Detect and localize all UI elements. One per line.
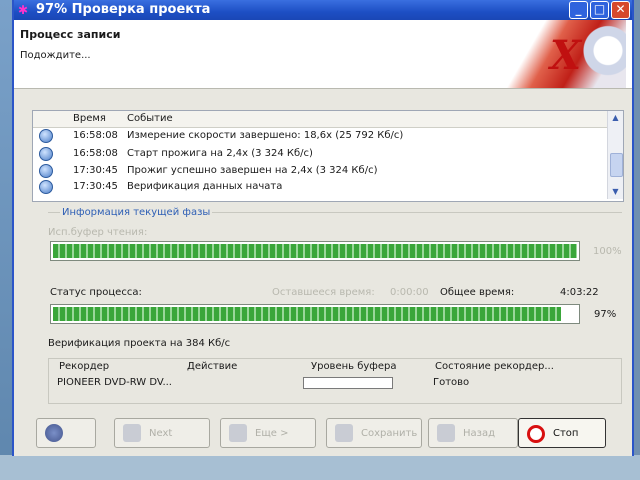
read-buffer-bar [50, 241, 580, 261]
remaining-label: Оставшееся время: [272, 287, 375, 298]
total-time-value: 4:03:22 [560, 287, 599, 298]
back-label: Назад [463, 428, 496, 439]
close-icon[interactable]: ✕ [611, 1, 630, 19]
save-label: Сохранить [361, 428, 418, 439]
scroll-down-icon[interactable]: ▼ [608, 185, 623, 199]
col-event[interactable]: Событие [127, 113, 173, 124]
remaining-value: 0:00:00 [390, 287, 429, 298]
col-action[interactable]: Действие [187, 361, 237, 372]
image-icon [229, 424, 247, 442]
maximize-icon[interactable]: □ [590, 1, 609, 19]
recorder-buffer-bar [303, 377, 393, 389]
event-log-list[interactable]: Время Событие 16:58:08 Измерение скорост… [32, 110, 624, 202]
burn-progress-window: ✱ 97% Проверка проекта _ □ ✕ Процесс зап… [12, 0, 634, 456]
stop-label: Стоп [553, 428, 579, 439]
log-event: Верификация данных начата [127, 181, 283, 192]
progress-percent: 97% [594, 309, 617, 320]
title-bar[interactable]: ✱ 97% Проверка проекта _ □ ✕ [14, 0, 632, 20]
log-scrollbar[interactable]: ▲ ▼ [607, 111, 623, 199]
scroll-up-icon[interactable]: ▲ [608, 111, 623, 125]
log-time: 16:58:08 [73, 130, 118, 141]
recorder-state: Готово [433, 377, 470, 388]
info-icon [39, 180, 53, 194]
col-recorder-state[interactable]: Состояние рекордер... [435, 361, 554, 372]
stop-button[interactable]: Стоп [518, 418, 606, 448]
stop-icon [527, 425, 545, 443]
help-button[interactable] [36, 418, 96, 448]
info-icon [39, 129, 53, 143]
log-row[interactable]: 17:30:45 Верификация данных начата [33, 180, 607, 195]
buffer-label: Исп.буфер чтения: [48, 227, 148, 238]
log-event: Старт прожига на 2,4x (3 324 Кб/с) [127, 148, 313, 159]
help-icon [45, 424, 63, 442]
process-progress-bar [50, 304, 580, 324]
log-row[interactable]: 16:58:08 Старт прожига на 2,4x (3 324 Кб… [33, 147, 607, 162]
log-row[interactable]: 16:58:08 Измерение скорости завершено: 1… [33, 129, 607, 144]
back-arrow-icon [437, 424, 455, 442]
minimize-icon[interactable]: _ [569, 1, 588, 19]
back-button[interactable]: Назад [428, 418, 518, 448]
next-label: Next [149, 428, 173, 439]
col-buffer-level[interactable]: Уровень буфера [311, 361, 396, 372]
info-icon [39, 164, 53, 178]
scroll-thumb[interactable] [610, 153, 623, 177]
window-title: 97% Проверка проекта [36, 2, 211, 17]
log-row[interactable]: 17:30:45 Прожиг успешно завершен на 2,4x… [33, 164, 607, 179]
phase-legend: Информация текущей фазы [60, 207, 213, 218]
nero-logo: X [506, 20, 626, 88]
floppy-icon [335, 424, 353, 442]
header-subtitle: Подождите... [20, 50, 91, 61]
log-event: Измерение скорости завершено: 18,6x (25 … [127, 130, 404, 141]
recorder-table: Рекордер Действие Уровень буфера Состоян… [48, 358, 622, 404]
col-time[interactable]: Время [73, 113, 106, 124]
total-time-label: Общее время: [440, 287, 515, 298]
more-label: Еще > [255, 428, 289, 439]
log-time: 17:30:45 [73, 181, 118, 192]
buffer-percent: 100% [593, 246, 622, 257]
info-icon [39, 147, 53, 161]
log-header: Время Событие [33, 111, 607, 128]
verify-status-text: Верификация проекта на 384 Кб/с [48, 338, 231, 349]
read-buffer-fill [53, 244, 577, 258]
header-title: Процесс записи [20, 28, 121, 41]
status-label: Статус процесса: [50, 287, 142, 298]
wizard-header: Процесс записи Подождите... X [14, 20, 632, 89]
desktop-bottom [0, 455, 640, 480]
log-event: Прожиг успешно завершен на 2,4x (3 324 К… [127, 165, 378, 176]
recorder-name: PIONEER DVD-RW DV... [57, 377, 172, 388]
more-button[interactable]: Еще > [220, 418, 316, 448]
phase-info-group: Информация текущей фазы Исп.буфер чтения… [48, 207, 622, 271]
save-button[interactable]: Сохранить [326, 418, 422, 448]
next-button[interactable]: Next [114, 418, 210, 448]
log-time: 17:30:45 [73, 165, 118, 176]
app-icon: ✱ [18, 3, 29, 17]
button-bar: Next Еще > Сохранить Назад Стоп [14, 412, 632, 456]
log-time: 16:58:08 [73, 148, 118, 159]
col-recorder[interactable]: Рекордер [59, 361, 109, 372]
process-progress-fill [53, 307, 562, 321]
disc-print-icon [123, 424, 141, 442]
